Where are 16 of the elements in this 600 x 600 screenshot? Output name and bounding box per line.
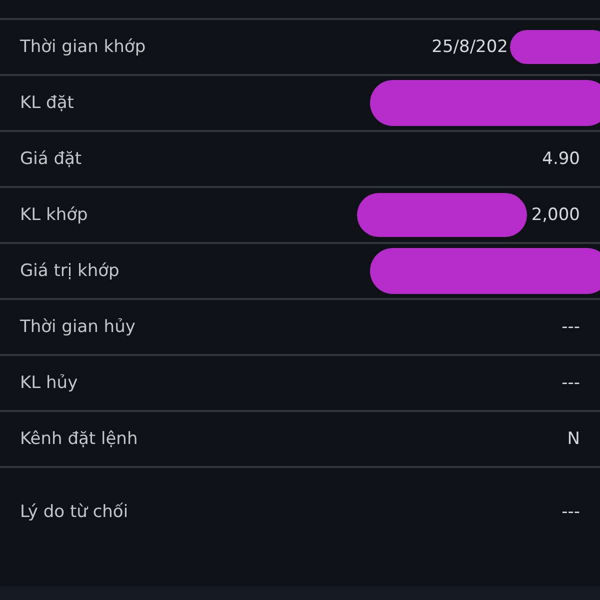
detail-value: N [567,429,580,449]
detail-value: 25/8/202 [432,37,508,57]
detail-label: Kênh đặt lệnh [20,429,138,449]
detail-label: KL đặt [20,93,74,113]
detail-label: Lý do từ chối [20,502,128,522]
detail-value: 4.90 [542,149,580,169]
detail-label: Giá đặt [20,149,82,169]
detail-label: KL khớp [20,205,88,225]
detail-value: --- [562,317,580,337]
detail-value: 2,000 [531,205,580,225]
detail-value: --- [562,502,580,522]
detail-label: KL hủy [20,373,78,393]
detail-value: --- [562,373,580,393]
detail-label: Thời gian khớp [20,37,146,57]
detail-label: Giá trị khớp [20,261,120,281]
detail-label: Thời gian hủy [20,317,136,337]
